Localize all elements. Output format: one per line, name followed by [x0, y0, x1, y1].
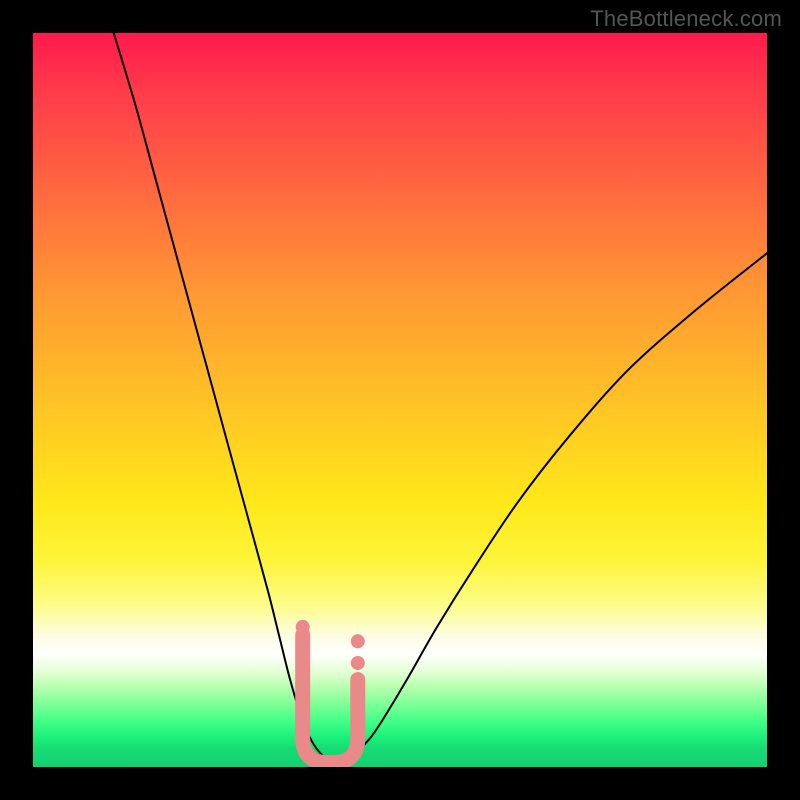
vertex-dot	[296, 646, 310, 660]
plot-area	[33, 33, 767, 767]
vertex-dot	[351, 656, 365, 670]
bottleneck-curve-path	[114, 33, 767, 764]
vertex-u-marker	[303, 635, 358, 763]
watermark-text: TheBottleneck.com	[590, 6, 782, 32]
chart-frame: TheBottleneck.com	[0, 0, 800, 800]
vertex-dot	[296, 620, 310, 634]
vertex-dot	[351, 634, 365, 648]
curve-layer	[33, 33, 767, 767]
